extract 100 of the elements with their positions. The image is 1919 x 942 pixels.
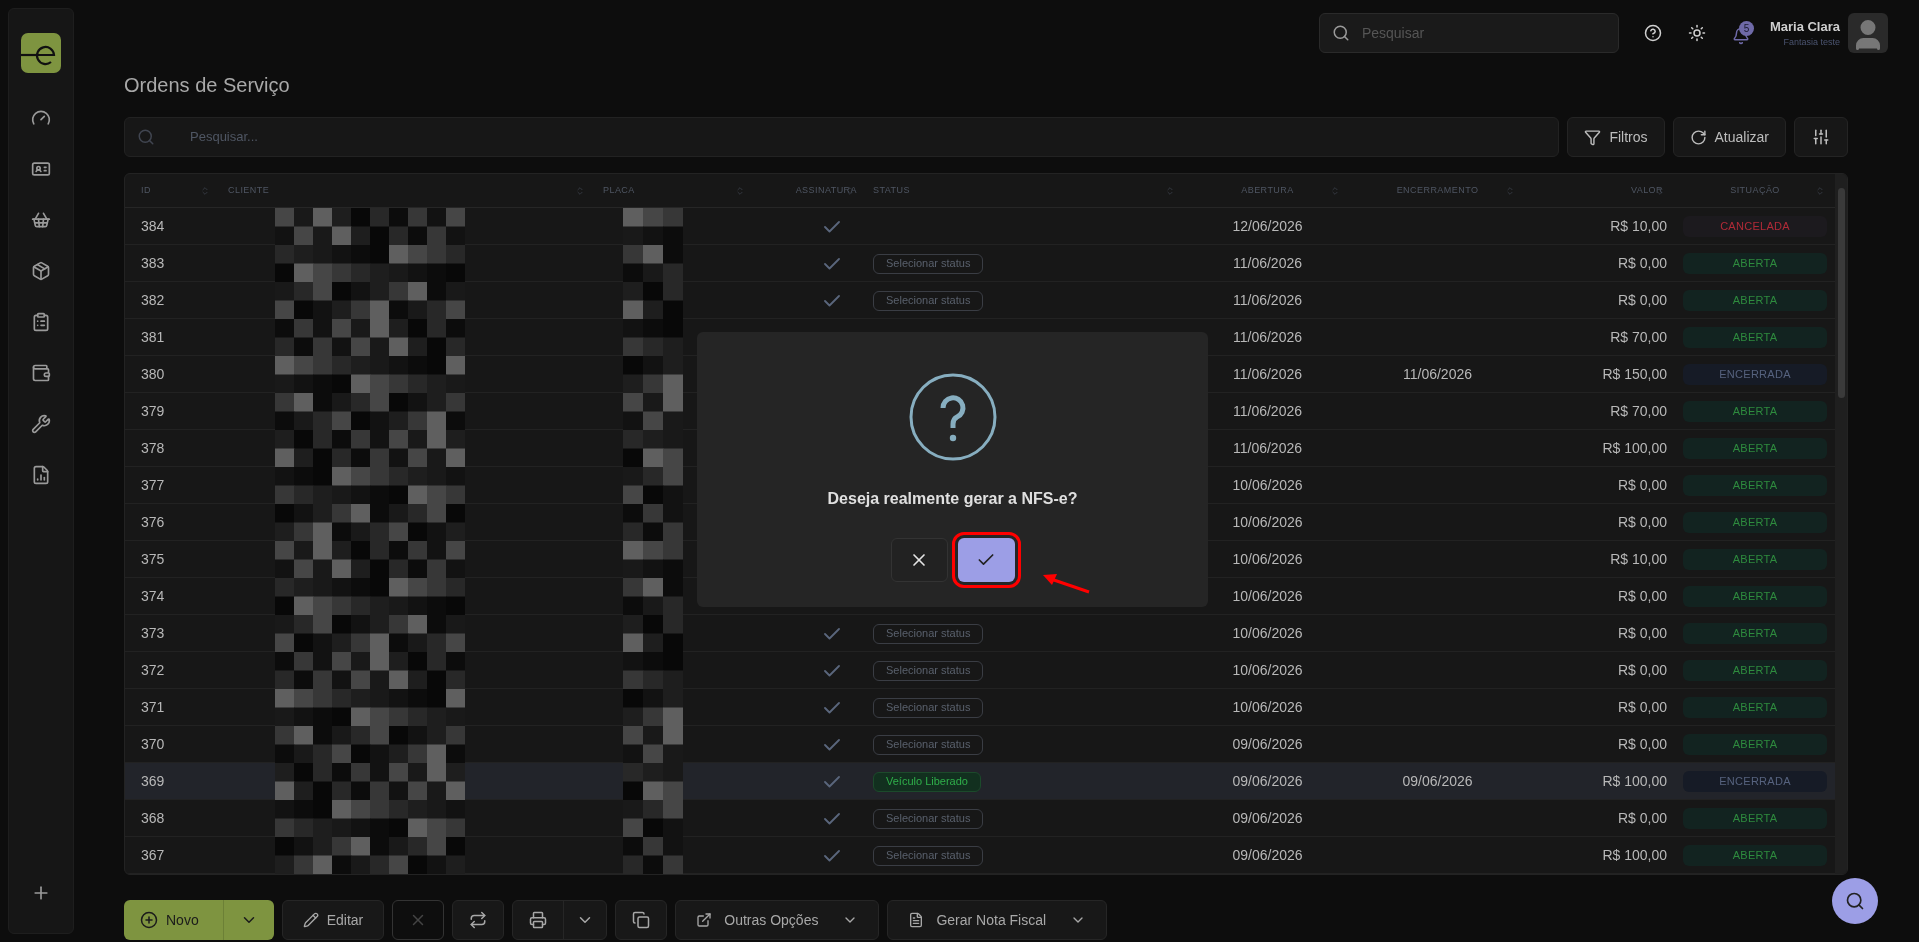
id-cell-text: 371 <box>141 698 165 717</box>
pixelated-block <box>623 763 683 800</box>
situation-badge: ABERTA <box>1683 734 1827 755</box>
date-cell-text: 11/06/2026 <box>1233 254 1302 273</box>
value-cell-text: R$ 10,00 <box>1610 550 1667 569</box>
table-row[interactable]: 382 Selecionar status 11/06/2026 R$ 0,00 ABERTA <box>125 282 1835 319</box>
menu-button[interactable]: Outras Opções <box>675 900 880 940</box>
value-cell-text: R$ 0,00 <box>1617 291 1667 310</box>
icon-button[interactable] <box>615 900 668 940</box>
date-cell-text: 09/06/2026 <box>1232 735 1303 754</box>
menu-button[interactable]: Gerar Nota Fiscal <box>887 900 1108 940</box>
date-cell-text: 09/06/2026 <box>1232 772 1303 791</box>
id-card-icon[interactable] <box>31 159 51 179</box>
date-cell-text: 10/06/2026 <box>1232 550 1303 569</box>
date-cell-text: 11/06/2026 <box>1233 402 1302 421</box>
value-cell-text: R$ 70,00 <box>1610 328 1667 347</box>
situation-badge: ABERTA <box>1683 512 1827 533</box>
filter-button[interactable]: Filtros <box>1567 117 1665 157</box>
search-input[interactable]: Pesquisar <box>1361 22 1606 44</box>
date-cell-text: 11/06/2026 <box>1233 439 1302 458</box>
swap-icon <box>469 911 488 929</box>
situation-badge: CANCELADA <box>1683 216 1827 237</box>
wrench-icon[interactable] <box>31 414 51 434</box>
table-row[interactable]: 368 Selecionar status 09/06/2026 R$ 0,00 ABERTA <box>125 800 1835 837</box>
date-cell-text: 10/06/2026 <box>1232 476 1303 495</box>
situation-badge: ENCERRADA <box>1683 364 1827 385</box>
situation-badge: ABERTA <box>1683 475 1827 496</box>
printer-icon <box>529 911 548 929</box>
situation-badge: ABERTA <box>1683 401 1827 422</box>
user-subtitle: Fantasia teste <box>1783 36 1840 49</box>
date-cell-text: 12/06/2026 <box>1232 217 1303 236</box>
value-cell-text: R$ 100,00 <box>1602 439 1667 458</box>
pixelated-block <box>623 319 683 356</box>
refresh-button[interactable]: Atualizar <box>1672 117 1786 157</box>
id-cell-text: 372 <box>141 661 165 680</box>
table-row[interactable]: 372 Selecionar status 10/06/2026 R$ 0,00 ABERTA <box>125 652 1835 689</box>
situation-badge: ABERTA <box>1683 808 1827 829</box>
table-row[interactable]: 371 Selecionar status 10/06/2026 R$ 0,00 ABERTA <box>125 689 1835 726</box>
document-icon <box>908 912 925 928</box>
search-input[interactable]: Pesquisar... <box>190 127 1547 147</box>
id-cell-text: 376 <box>141 513 165 532</box>
notification-badge: 5 <box>1738 21 1754 36</box>
scrollbar[interactable] <box>1835 174 1847 874</box>
pixelated-block <box>623 282 683 319</box>
gauge-icon[interactable] <box>31 108 51 128</box>
settings-button[interactable] <box>1794 117 1848 157</box>
wallet-icon[interactable] <box>31 363 51 383</box>
table-row[interactable]: 384 12/06/2026 R$ 10,00 CANCELADA <box>125 208 1835 245</box>
search-icon <box>1331 24 1350 42</box>
icon-button[interactable] <box>452 900 505 940</box>
table-row[interactable]: 367 Selecionar status 09/06/2026 R$ 100,00 ABERTA <box>125 837 1835 874</box>
id-cell-text: 373 <box>141 624 165 643</box>
value-cell-text: R$ 0,00 <box>1617 254 1667 273</box>
id-cell-text: 381 <box>141 328 165 347</box>
pencil-icon <box>302 912 319 928</box>
date-cell-text: 10/06/2026 <box>1232 624 1303 643</box>
id-cell-text: 369 <box>141 772 165 791</box>
cancel-button[interactable] <box>890 538 948 582</box>
table-row[interactable]: 369 Veículo Liberado 09/06/2026 09/06/2026 R$ 100,00 ENCERRADA <box>125 763 1835 800</box>
value-cell-text: R$ 0,00 <box>1617 735 1667 754</box>
date-cell-text: 10/06/2026 <box>1232 698 1303 717</box>
value-cell-text: R$ 0,00 <box>1617 513 1667 532</box>
situation-badge: ABERTA <box>1683 253 1827 274</box>
avatar[interactable] <box>1848 13 1888 53</box>
id-cell-text: 370 <box>141 735 165 754</box>
value-cell-text: R$ 10,00 <box>1610 217 1667 236</box>
page-title: Ordens de Serviço <box>124 73 291 98</box>
notification-button[interactable]: 5 <box>1731 21 1754 45</box>
refresh-icon <box>1689 128 1707 146</box>
situation-badge: ABERTA <box>1683 623 1827 644</box>
arrow-icon <box>1040 572 1091 596</box>
copy-icon <box>632 911 651 929</box>
date-cell-text: 11/06/2026 <box>1233 328 1302 347</box>
date-cell-text: 09/06/2026 <box>1232 809 1303 828</box>
user-name: Maria Clara <box>1769 17 1840 36</box>
search-fab[interactable] <box>1832 878 1878 924</box>
table-row[interactable]: 383 Selecionar status 11/06/2026 R$ 0,00 ABERTA <box>125 245 1835 282</box>
date-cell-text: 09/06/2026 <box>1402 772 1473 791</box>
search-field[interactable]: Pesquisar <box>1318 13 1619 53</box>
situation-badge: ABERTA <box>1683 845 1827 866</box>
box-icon[interactable] <box>31 261 51 281</box>
value-cell-text: R$ 150,00 <box>1602 365 1667 384</box>
edit-button[interactable]: Editar <box>281 900 385 940</box>
theme-icon[interactable] <box>1687 24 1706 42</box>
id-cell-text: 374 <box>141 587 165 606</box>
id-cell-text: 384 <box>141 217 165 236</box>
help-icon[interactable] <box>1643 24 1662 42</box>
plus-circle-icon <box>140 911 158 929</box>
pixelated-block <box>623 652 683 689</box>
table-row[interactable]: 373 Selecionar status 10/06/2026 R$ 0,00 ABERTA <box>125 615 1835 652</box>
clipboard-icon[interactable] <box>31 312 51 332</box>
date-cell-text: 11/06/2026 <box>1233 365 1302 384</box>
id-cell-text: 379 <box>141 402 165 421</box>
sliders-icon <box>1812 128 1830 146</box>
search-field[interactable]: Pesquisar... <box>124 117 1560 157</box>
new-button[interactable]: Novo <box>124 900 224 940</box>
basket-icon[interactable] <box>31 210 51 230</box>
id-cell-text: 383 <box>141 254 165 273</box>
pixelated-block <box>623 726 683 763</box>
chart-file-icon[interactable] <box>31 465 51 485</box>
